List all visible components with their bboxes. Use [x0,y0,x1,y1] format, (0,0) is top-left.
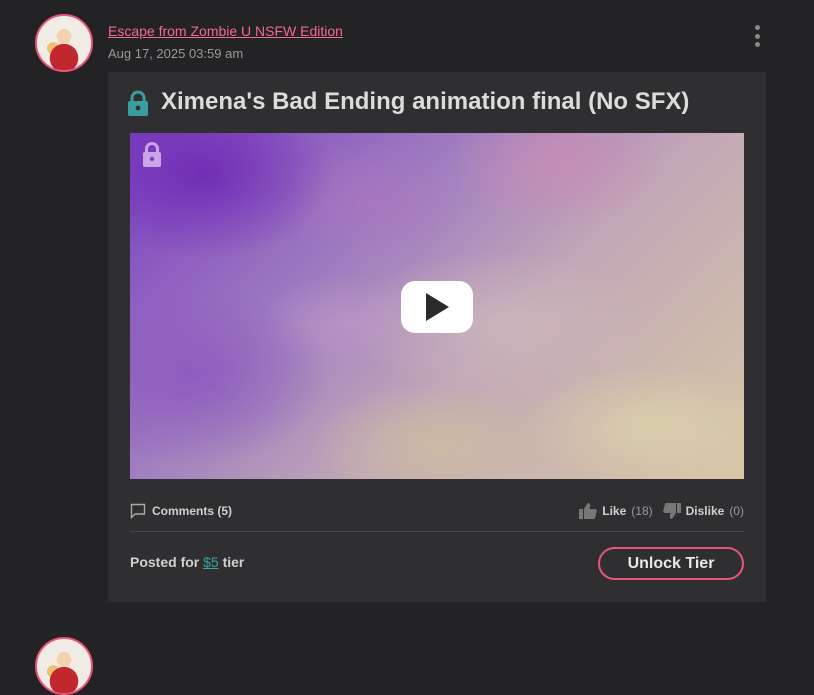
kebab-menu-icon[interactable] [750,25,764,47]
reactions: Like (18) Dislike (0) [579,502,744,520]
author-avatar[interactable] [35,14,93,72]
lock-icon [128,90,148,116]
comments-label: Comments (5) [152,504,233,518]
post-date: Aug 17, 2025 03:59 am [108,46,244,61]
tier-price-link[interactable]: $5 [203,554,219,570]
next-post-avatar[interactable] [35,637,93,695]
thumbs-up-icon [579,503,598,519]
thumbs-down-icon [662,503,681,519]
like-count: (18) [631,504,653,518]
comments-button[interactable]: Comments (5) [130,502,232,520]
dislike-label: Dislike [685,504,725,518]
video-preview[interactable] [130,133,744,479]
divider [130,531,744,532]
comment-icon [130,503,146,519]
tier-info: Posted for $5 tier [130,554,244,570]
post-card: Ximena's Bad Ending animation final (No … [108,72,766,602]
lock-icon [143,142,161,167]
author-link[interactable]: Escape from Zombie U NSFW Edition [108,23,343,39]
unlock-tier-button[interactable]: Unlock Tier [598,547,744,580]
dislike-button[interactable]: Dislike (0) [662,503,744,519]
tier-prefix: Posted for [130,554,200,570]
tier-suffix: tier [222,554,245,570]
like-label: Like [602,504,627,518]
play-icon [426,293,449,321]
like-button[interactable]: Like (18) [579,503,653,519]
post-title: Ximena's Bad Ending animation final (No … [161,88,690,115]
dislike-count: (0) [729,504,744,518]
play-button[interactable] [401,281,473,333]
